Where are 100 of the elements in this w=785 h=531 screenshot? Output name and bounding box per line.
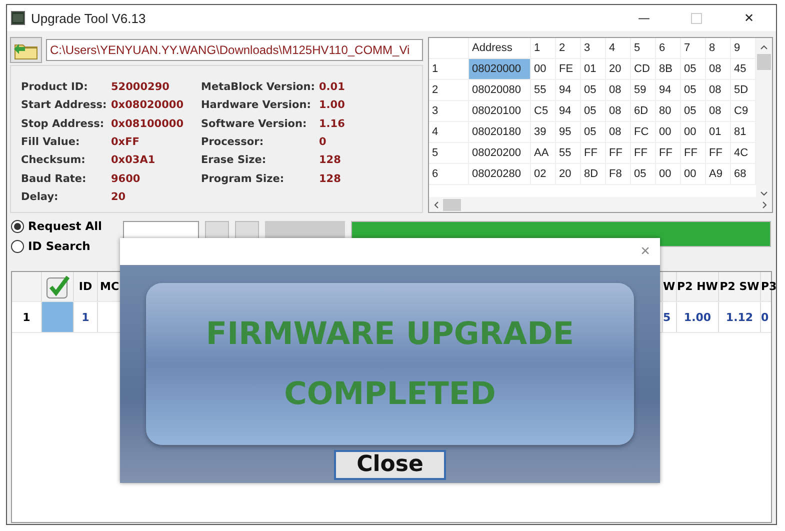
table-cell: 20 — [606, 59, 631, 80]
open-folder-button[interactable] — [10, 37, 42, 63]
table-cell: 05 — [681, 59, 706, 80]
close-button[interactable]: Close — [334, 450, 446, 480]
table-cell: FF — [581, 143, 606, 164]
info-label: Start Address: — [21, 99, 108, 112]
table-cell: 08 — [606, 122, 631, 143]
table-cell: 00 — [656, 122, 681, 143]
info-value: 0x03A1 — [111, 154, 156, 166]
window-title: Upgrade Tool V6.13 — [31, 10, 146, 26]
table-cell: FF — [631, 143, 656, 164]
row-number: 3 — [429, 101, 469, 122]
table-cell: 08020080 — [469, 80, 531, 101]
scroll-down-icon[interactable] — [760, 191, 768, 197]
table-cell: 08 — [606, 80, 631, 101]
table-cell: 08020100 — [469, 101, 531, 122]
checkbox-cell[interactable] — [42, 302, 74, 332]
table-cell: 05 — [681, 80, 706, 101]
table-cell: 20 — [556, 164, 581, 185]
table-cell: 05 — [581, 122, 606, 143]
info-value: 128 — [319, 172, 341, 185]
close-button[interactable]: ✕ — [726, 11, 772, 25]
column-header: P2 SW — [719, 272, 761, 301]
minimize-button[interactable]: — — [621, 11, 667, 25]
table-cell: 1 — [74, 302, 98, 332]
table-cell: 08 — [606, 101, 631, 122]
scroll-up-icon[interactable] — [760, 44, 768, 50]
info-value: 1.00 — [319, 99, 345, 112]
column-header: 4 — [606, 38, 631, 59]
info-label: Stop Address: — [21, 118, 106, 130]
table-cell: 59 — [631, 80, 656, 101]
table-cell: 01 — [581, 59, 606, 80]
message-text: FIRMWARE UPGRADE — [206, 316, 574, 352]
table-cell: FC — [631, 122, 656, 143]
select-all-checkbox[interactable] — [46, 274, 70, 298]
column-header: P2 HW — [677, 272, 719, 301]
column-header: ID — [74, 272, 98, 301]
vertical-scrollbar[interactable] — [756, 38, 772, 197]
column-header: W — [663, 272, 677, 301]
scroll-left-icon[interactable] — [433, 200, 439, 208]
table-cell: 39 — [531, 122, 556, 143]
maximize-icon — [691, 12, 702, 24]
table-cell: AA — [531, 143, 556, 164]
table-cell: 1.00 — [677, 302, 719, 332]
table-cell: F8 — [606, 164, 631, 185]
table-cell: 05 — [681, 101, 706, 122]
table-cell: 94 — [656, 80, 681, 101]
column-header: 3 — [581, 38, 606, 59]
column-header: 5 — [631, 38, 656, 59]
scrollbar-thumb[interactable] — [757, 54, 771, 70]
table-cell: 5 — [663, 302, 677, 332]
info-value: 1.16 — [319, 118, 345, 130]
table-cell: 00 — [656, 164, 681, 185]
row-number: 4 — [429, 122, 469, 143]
info-value: 0xFF — [111, 136, 140, 148]
table-cell: 00 — [681, 122, 706, 143]
info-label: Erase Size: — [201, 154, 268, 166]
table-cell: 8D — [581, 164, 606, 185]
table-cell: 6D — [631, 101, 656, 122]
radio-option[interactable]: ID Search — [11, 239, 123, 253]
info-value: 0x08100000 — [111, 118, 185, 130]
info-value: 52000290 — [111, 81, 170, 94]
table-cell: 94 — [556, 101, 581, 122]
app-icon — [11, 11, 25, 25]
table-cell: 05 — [631, 164, 656, 185]
table-cell: FF — [606, 143, 631, 164]
info-label: Checksum: — [21, 154, 86, 166]
table-cell: FF — [706, 143, 731, 164]
table-cell: 08020000 — [469, 59, 531, 80]
horizontal-scrollbar[interactable] — [429, 197, 772, 212]
close-button[interactable]: × — [636, 242, 654, 260]
file-path-field[interactable]: C:\Users\YENYUAN.YY.WANG\Downloads\M125HV110_COMM_Vi — [46, 39, 423, 61]
radio-option[interactable]: Request All — [11, 219, 123, 233]
table-cell: CD — [631, 59, 656, 80]
column-header: 6 — [656, 38, 681, 59]
table-cell: 08 — [706, 59, 731, 80]
table-cell: 05 — [581, 101, 606, 122]
table-cell: 80 — [656, 101, 681, 122]
table-cell: 01 — [706, 122, 731, 143]
info-value: 0.01 — [319, 81, 345, 94]
table-cell: FF — [681, 143, 706, 164]
table-cell: 08 — [706, 80, 731, 101]
column-header: 8 — [706, 38, 731, 59]
info-value: 0 — [319, 136, 326, 148]
info-value: 128 — [319, 154, 341, 166]
column-header: 1 — [531, 38, 556, 59]
table-cell: 08020180 — [469, 122, 531, 143]
info-label: Program Size: — [201, 172, 286, 185]
column-header: 9 — [731, 38, 756, 59]
column-header: 7 — [681, 38, 706, 59]
table-cell: 55 — [556, 143, 581, 164]
info-value: 0x08020000 — [111, 99, 185, 112]
scroll-right-icon[interactable] — [762, 200, 768, 208]
info-label: Baud Rate: — [21, 172, 88, 185]
table-cell: FF — [656, 143, 681, 164]
table-cell: 0 — [761, 302, 776, 332]
info-label: Processor: — [201, 136, 265, 148]
message-text: COMPLETED — [284, 376, 496, 412]
info-label: Product ID: — [21, 81, 89, 94]
scrollbar-thumb[interactable] — [443, 198, 461, 210]
